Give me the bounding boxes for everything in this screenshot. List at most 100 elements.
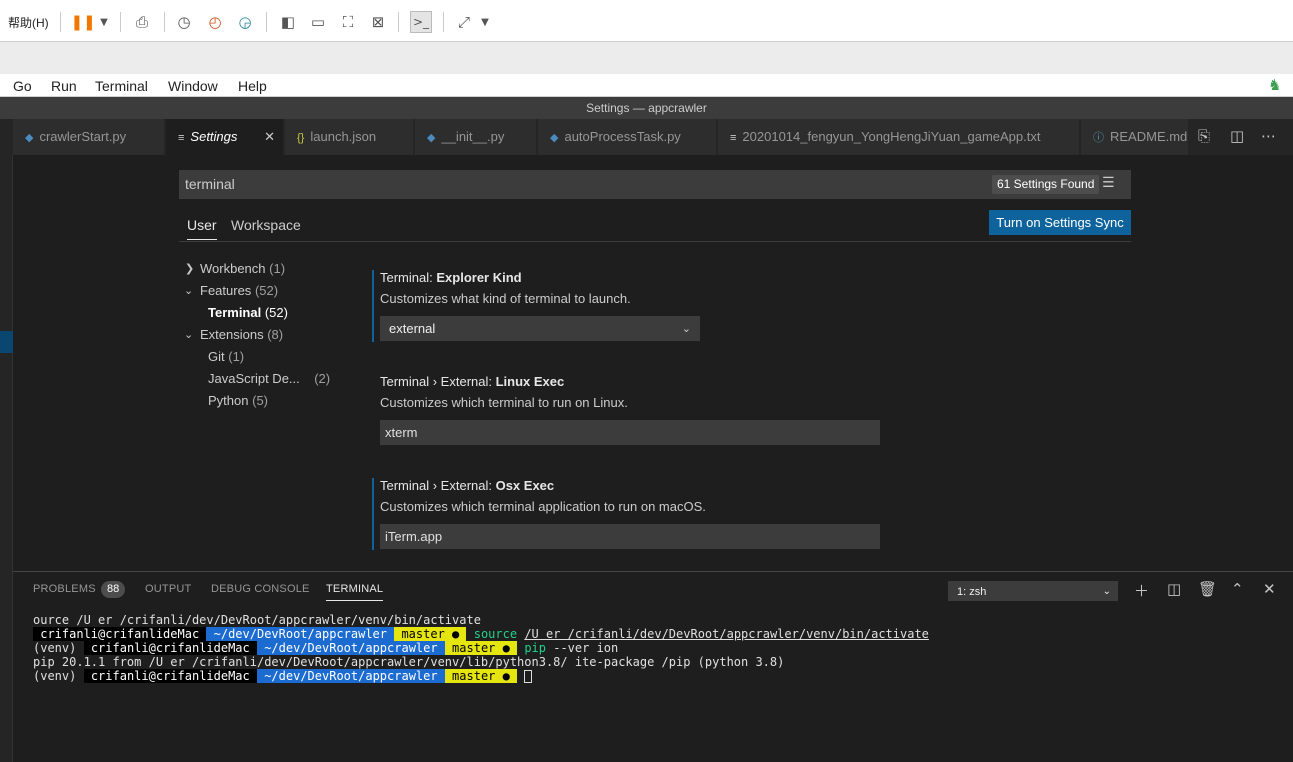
toolbar-separator — [164, 12, 165, 32]
settings-icon: ≡ — [178, 132, 185, 144]
panel-tab-debug-console[interactable]: DEBUG CONSOLE — [211, 583, 310, 595]
stretch-icon[interactable]: ⤢ — [454, 12, 474, 32]
panel-tab-output[interactable]: OUTPUT — [145, 583, 191, 595]
setting-linux-exec: Terminal › External: Linux Exec Customiz… — [372, 374, 1072, 446]
rocking-horse-icon[interactable]: ♞ — [1268, 76, 1281, 94]
tab-label: crawlerStart.py — [39, 129, 127, 144]
setting-focus-bar — [372, 270, 374, 342]
explorer-kind-select[interactable]: external ⌄ — [380, 316, 700, 341]
toolbar-separator — [398, 12, 399, 32]
clear-filter-icon[interactable]: ☰ — [1102, 175, 1115, 191]
setting-description: Customizes what kind of terminal to laun… — [380, 291, 631, 306]
scope-user[interactable]: User — [187, 217, 217, 240]
terminal-shell-select[interactable]: 1: zsh ⌄ — [948, 581, 1118, 601]
panel-tab-problems[interactable]: PROBLEMS — [33, 583, 96, 595]
chevron-down-icon: ⌄ — [1102, 586, 1111, 597]
pause-icon[interactable]: ❚❚ — [70, 12, 95, 32]
terminal-line: pip 20.1.1 from /U er /crifanli/dev/DevR… — [33, 655, 785, 669]
snapshot-icon[interactable]: ◷ — [174, 12, 194, 32]
setting-focus-bar — [372, 478, 374, 550]
terminal-icon[interactable]: >_ — [410, 11, 432, 33]
vm-status-strip — [0, 42, 1293, 74]
terminal-line: ource /U er /crifanli/dev/DevRoot/appcra… — [33, 613, 481, 627]
setting-title: Terminal › External: Osx Exec — [380, 478, 555, 493]
python-icon: ◆ — [550, 132, 559, 144]
tree-item-extensions[interactable]: Extensions (8) — [200, 327, 283, 342]
sidebar-active-marker — [0, 331, 13, 353]
unity-icon[interactable]: ⊠ — [368, 12, 388, 32]
menu-window[interactable]: Window — [168, 78, 218, 94]
chevron-down-icon[interactable]: ⌄ — [184, 284, 193, 297]
scope-divider — [179, 241, 1131, 242]
menu-run[interactable]: Run — [51, 78, 77, 94]
vm-toolbar: 帮助(H) ❚❚ ▼ ⎙ ◷ ◴ ◶ ◧ ▭ ⛶ ⊠ >_ ⤢ ▼ — [0, 0, 1293, 42]
tree-item-features[interactable]: Features (52) — [200, 283, 278, 298]
toolbar-separator — [60, 12, 61, 32]
tab-label: autoProcessTask.py — [564, 129, 681, 144]
dropdown-icon[interactable]: ▼ — [94, 12, 114, 32]
more-actions-icon[interactable]: ⋯ — [1261, 127, 1276, 145]
scope-workspace[interactable]: Workspace — [231, 217, 301, 233]
tab-settings[interactable]: ≡ Settings ✕ — [166, 119, 284, 155]
tab-readme[interactable]: ⓘ README.md — [1081, 119, 1189, 155]
single-window-icon[interactable]: ◧ — [278, 12, 298, 32]
tab-autoprocesstask[interactable]: ◆ autoProcessTask.py — [538, 119, 717, 155]
setting-title: Terminal: Explorer Kind — [380, 270, 522, 285]
tab-launch-json[interactable]: {} launch.json — [285, 119, 414, 155]
terminal-line: crifanli@crifanlideMac ~/dev/DevRoot/app… — [33, 627, 929, 641]
tab-label: Settings — [190, 129, 238, 144]
tab-label: README.md — [1110, 129, 1188, 144]
console-view-icon[interactable]: ▭ — [308, 12, 328, 32]
toolbar-separator — [443, 12, 444, 32]
split-terminal-icon[interactable]: ◫ — [1167, 580, 1181, 598]
tab-gameapp-txt[interactable]: ≡ 20201014_fengyun_YongHengJiYuan_gameApp… — [718, 119, 1080, 155]
osx-exec-input[interactable]: iTerm.app — [380, 524, 880, 549]
stretch-dropdown-icon[interactable]: ▼ — [475, 12, 495, 32]
terminal-prompt-line[interactable]: (venv) crifanli@crifanlideMac ~/dev/DevR… — [33, 669, 533, 683]
sidebar-strip — [0, 155, 13, 762]
window-title: Settings — appcrawler — [0, 97, 1293, 119]
close-panel-icon[interactable]: ✕ — [1263, 580, 1276, 598]
menu-help[interactable]: Help — [238, 78, 267, 94]
tree-item-git[interactable]: Git (1) — [208, 349, 244, 364]
maximize-panel-icon[interactable]: ⌃ — [1231, 580, 1244, 598]
tree-item-terminal[interactable]: Terminal (52) — [208, 305, 288, 320]
revert-snapshot-icon[interactable]: ◴ — [205, 12, 225, 32]
panel-tab-terminal[interactable]: TERMINAL — [326, 583, 384, 601]
chevron-down-icon[interactable]: ⌄ — [184, 328, 193, 341]
text-file-icon: ≡ — [730, 132, 737, 144]
chevron-down-icon: ⌄ — [681, 322, 691, 335]
menu-terminal[interactable]: Terminal — [95, 78, 148, 94]
problems-count-badge: 88 — [101, 581, 126, 598]
tab-init-py[interactable]: ◆ __init__.py — [415, 119, 537, 155]
close-icon[interactable]: ✕ — [264, 119, 275, 155]
fullscreen-icon[interactable]: ⛶ — [338, 12, 358, 32]
terminal-cursor — [524, 670, 533, 683]
new-terminal-icon[interactable]: ＋ — [1134, 580, 1149, 601]
settings-sync-button[interactable]: Turn on Settings Sync — [989, 210, 1131, 235]
python-icon: ◆ — [25, 132, 34, 144]
setting-description: Customizes which terminal to run on Linu… — [380, 395, 628, 410]
split-editor-icon[interactable]: ◫ — [1230, 127, 1244, 145]
bottom-panel: PROBLEMS 88 OUTPUT DEBUG CONSOLE TERMINA… — [13, 571, 1293, 762]
tab-label: launch.json — [310, 129, 377, 144]
open-settings-json-icon[interactable]: ⎘ — [1198, 127, 1210, 145]
help-menu[interactable]: 帮助(H) — [8, 14, 49, 31]
chevron-right-icon[interactable]: ❯ — [185, 262, 194, 275]
trash-icon[interactable]: 🗑 — [1198, 580, 1217, 598]
tab-label: __init__.py — [441, 129, 505, 144]
tree-item-javascript-debugger[interactable]: JavaScript De... (2) — [208, 371, 330, 386]
send-keys-icon[interactable]: ⎙ — [132, 12, 152, 32]
settings-found-badge: 61 Settings Found — [992, 175, 1100, 194]
manage-snapshots-icon[interactable]: ◶ — [235, 12, 255, 32]
settings-search-input[interactable]: terminal 61 Settings Found ☰ — [179, 170, 1131, 199]
tree-item-workbench[interactable]: Workbench (1) — [200, 261, 285, 276]
linux-exec-input[interactable]: xterm — [380, 420, 880, 445]
menu-go[interactable]: Go — [13, 78, 32, 94]
tree-item-python[interactable]: Python (5) — [208, 393, 268, 408]
info-icon: ⓘ — [1093, 132, 1104, 144]
terminal-line: (venv) crifanli@crifanlideMac ~/dev/DevR… — [33, 641, 619, 655]
tab-crawlerstart[interactable]: ◆ crawlerStart.py — [13, 119, 165, 155]
setting-osx-exec: Terminal › External: Osx Exec Customizes… — [372, 478, 1072, 550]
toolbar-separator — [120, 12, 121, 32]
